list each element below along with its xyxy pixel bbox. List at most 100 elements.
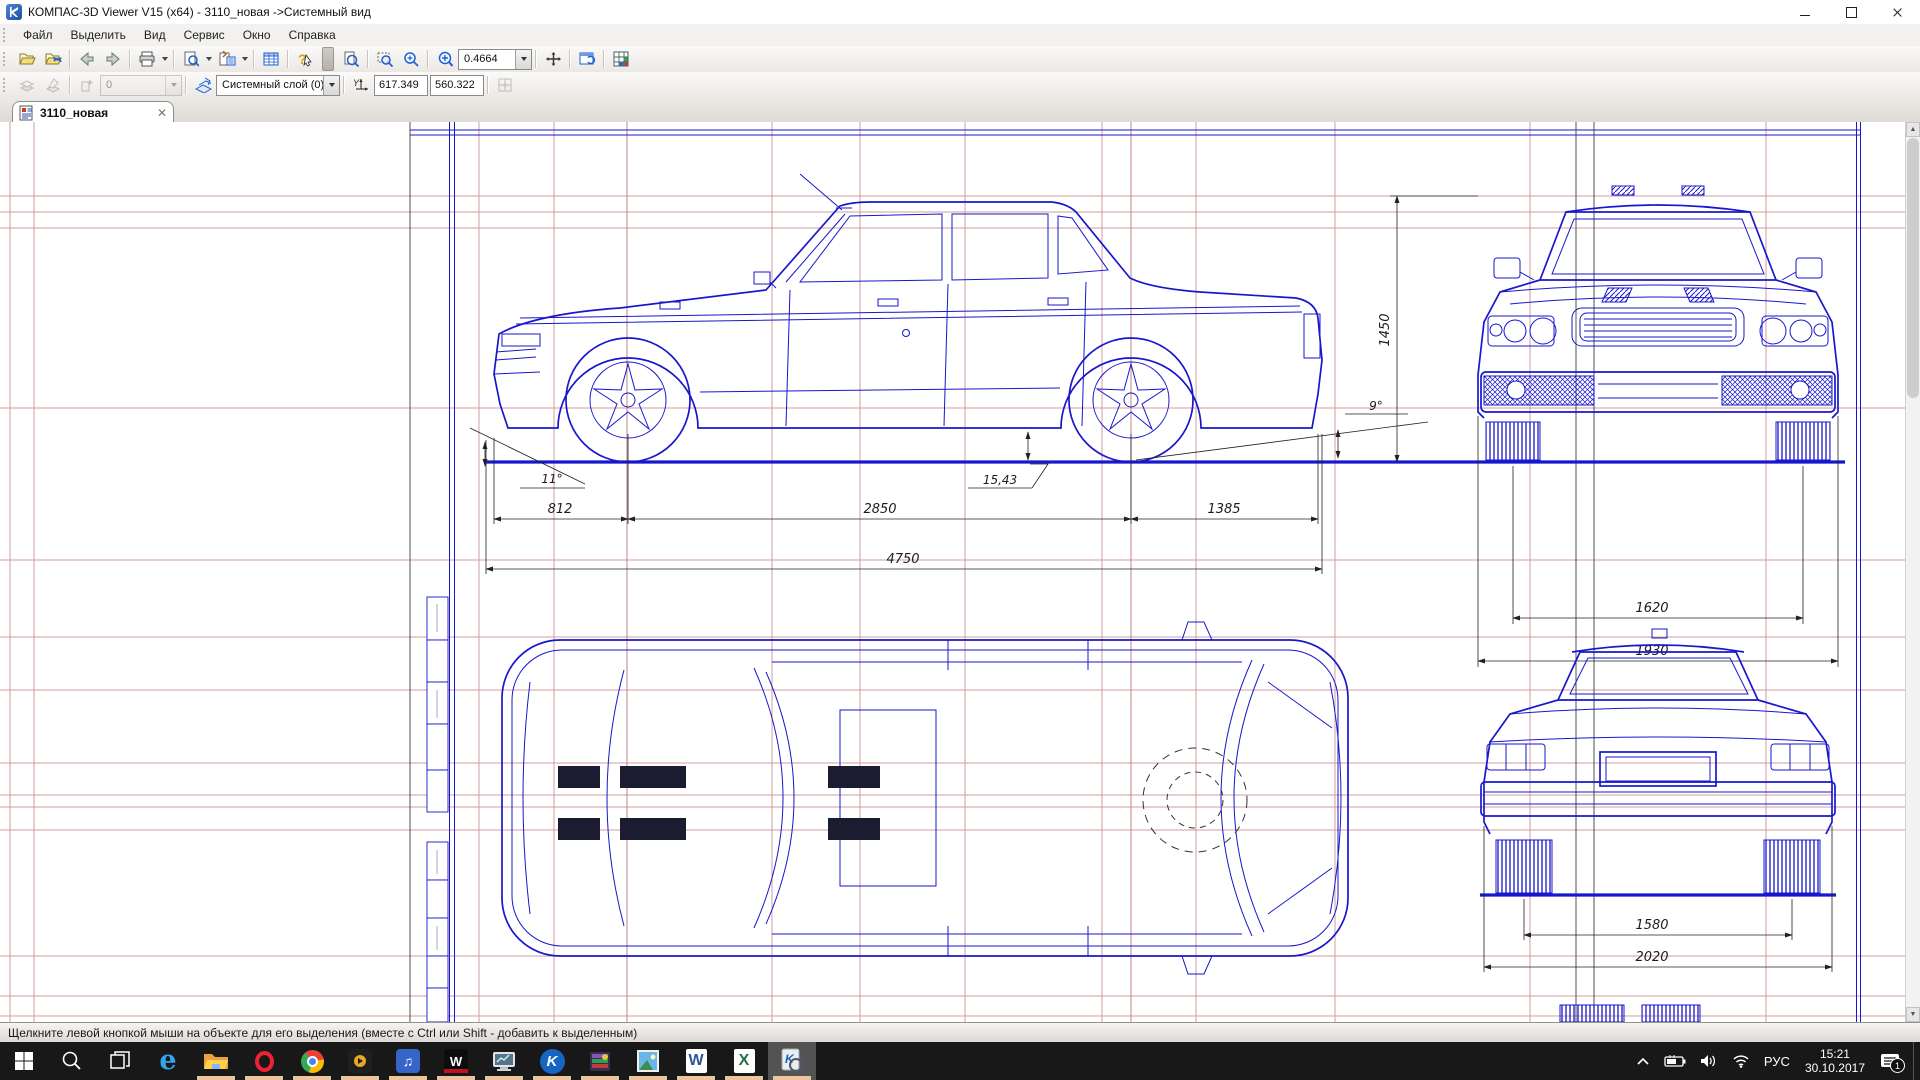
maximize-button[interactable] xyxy=(1828,0,1874,24)
coordinates-button[interactable]: Y xyxy=(349,74,373,96)
taskbar-chrome[interactable] xyxy=(288,1042,336,1080)
sheet-combo[interactable]: 0 xyxy=(100,75,182,96)
top-view[interactable] xyxy=(502,622,1348,974)
start-button[interactable] xyxy=(0,1042,48,1080)
arrow-right-icon xyxy=(105,51,121,67)
chevron-down-icon[interactable] xyxy=(323,76,339,95)
drawing-canvas[interactable]: .bl{stroke:#1717cd;fill:none;stroke-widt… xyxy=(0,122,1906,1022)
close-button[interactable] xyxy=(1874,0,1920,24)
sheet-border xyxy=(410,122,1861,1022)
separator xyxy=(569,50,571,68)
taskbar-edge[interactable]: e xyxy=(144,1042,192,1080)
side-view[interactable]: 812 2850 1385 4750 11° 15,43 9° xyxy=(470,174,1428,574)
taskbar-winrar[interactable] xyxy=(576,1042,624,1080)
select-help-button[interactable]: ? xyxy=(293,48,317,70)
new-sheet-button[interactable] xyxy=(75,74,99,96)
coord-x-field[interactable]: 617.349 xyxy=(374,75,428,96)
open-document-button[interactable] xyxy=(41,48,65,70)
taskbar-search-button[interactable] xyxy=(48,1042,96,1080)
side-dimensions: 812 2850 1385 4750 11° 15,43 9° xyxy=(470,399,1428,574)
layer-button[interactable] xyxy=(191,74,215,96)
music-app-icon: ♫ xyxy=(396,1049,420,1073)
properties-button[interactable] xyxy=(259,48,283,70)
taskbar-kompas[interactable]: K xyxy=(528,1042,576,1080)
battery-indicator[interactable] xyxy=(1664,1055,1686,1067)
tray-expand-button[interactable] xyxy=(1636,1056,1650,1066)
menu-select[interactable]: Выделить xyxy=(62,24,135,46)
forward-button[interactable] xyxy=(101,48,125,70)
coord-y-field[interactable]: 560.322 xyxy=(430,75,484,96)
taskbar-opera[interactable] xyxy=(240,1042,288,1080)
document-tab[interactable]: 3110_новая ✕ xyxy=(12,101,174,123)
separator xyxy=(253,50,255,68)
layers-grid-button[interactable] xyxy=(609,48,633,70)
vertical-scrollbar[interactable]: ▲ ▼ xyxy=(1905,122,1920,1022)
preview-button[interactable] xyxy=(179,48,203,70)
zoom-document-icon xyxy=(343,51,359,67)
taskbar-aimp[interactable] xyxy=(336,1042,384,1080)
print-button[interactable] xyxy=(135,48,159,70)
tab-close-icon[interactable]: ✕ xyxy=(157,107,167,119)
toolbar-grip[interactable] xyxy=(3,78,8,92)
clock[interactable]: 15:21 30.10.2017 xyxy=(1805,1047,1865,1075)
snap-grid-icon xyxy=(497,77,513,93)
zoom-window-button[interactable] xyxy=(373,48,397,70)
taskbar-explorer[interactable] xyxy=(192,1042,240,1080)
zoom-in-button[interactable] xyxy=(433,48,457,70)
taskbar-music-app[interactable]: ♫ xyxy=(384,1042,432,1080)
selection-pen-button[interactable] xyxy=(41,74,65,96)
menu-view[interactable]: Вид xyxy=(135,24,175,46)
convert-dropdown[interactable] xyxy=(240,49,250,69)
back-button[interactable] xyxy=(75,48,99,70)
menu-help[interactable]: Справка xyxy=(280,24,345,46)
wifi-icon xyxy=(1732,1054,1750,1068)
pan-button[interactable] xyxy=(541,48,565,70)
tray-date: 30.10.2017 xyxy=(1805,1061,1865,1075)
running-indicator xyxy=(245,1076,283,1080)
scrollbar-thumb[interactable] xyxy=(1907,138,1919,398)
menu-file[interactable]: Файл xyxy=(14,24,62,46)
separator xyxy=(487,76,489,94)
zoom-auto-button[interactable] xyxy=(399,48,423,70)
snap-button[interactable] xyxy=(493,74,517,96)
volume-indicator[interactable] xyxy=(1700,1054,1718,1068)
preview-dropdown[interactable] xyxy=(204,49,214,69)
toolbar-grip[interactable] xyxy=(3,52,8,66)
action-center-button[interactable]: 1 xyxy=(1880,1052,1900,1070)
refresh-window-button[interactable] xyxy=(575,48,599,70)
scroll-down-arrow[interactable]: ▼ xyxy=(1906,1007,1920,1022)
toolbar-grip[interactable] xyxy=(3,28,8,42)
convert-button[interactable] xyxy=(215,48,239,70)
colored-grid-icon xyxy=(613,51,630,67)
taskbar-kompas-viewer-active[interactable]: K xyxy=(768,1042,816,1080)
taskbar-word[interactable]: W xyxy=(672,1042,720,1080)
separator xyxy=(173,50,175,68)
menu-window[interactable]: Окно xyxy=(234,24,280,46)
file-explorer-icon xyxy=(203,1050,229,1072)
chevron-down-icon[interactable] xyxy=(515,50,531,69)
toolbar-overflow[interactable] xyxy=(322,47,334,71)
taskbar-photos[interactable] xyxy=(624,1042,672,1080)
guide-lines xyxy=(0,122,1906,1022)
show-desktop-button[interactable] xyxy=(1913,1042,1920,1080)
minimize-button[interactable] xyxy=(1782,0,1828,24)
menu-service[interactable]: Сервис xyxy=(175,24,234,46)
open-button[interactable] xyxy=(15,48,39,70)
zoom-page-button[interactable] xyxy=(339,48,363,70)
front-view[interactable]: 1620 1930 1450 xyxy=(1378,186,1838,667)
window-refresh-icon xyxy=(579,51,596,67)
taskbar-excel[interactable]: X xyxy=(720,1042,768,1080)
print-dropdown[interactable] xyxy=(160,49,170,69)
layer-combo[interactable]: Системный слой (0) xyxy=(216,75,340,96)
rear-view[interactable]: 1580 2020 xyxy=(1481,629,1835,972)
winrar-icon xyxy=(588,1049,612,1073)
prev-selection-button[interactable] xyxy=(15,74,39,96)
network-indicator[interactable] xyxy=(1732,1054,1750,1068)
scroll-up-arrow[interactable]: ▲ xyxy=(1906,122,1920,137)
taskbar-w-app[interactable]: W xyxy=(432,1042,480,1080)
language-indicator[interactable]: РУС xyxy=(1764,1054,1790,1069)
zoom-combo[interactable]: 0.4664 xyxy=(458,49,532,70)
taskbar-system-app[interactable] xyxy=(480,1042,528,1080)
task-view-button[interactable] xyxy=(96,1042,144,1080)
coord-y-value: 560.322 xyxy=(435,79,475,91)
